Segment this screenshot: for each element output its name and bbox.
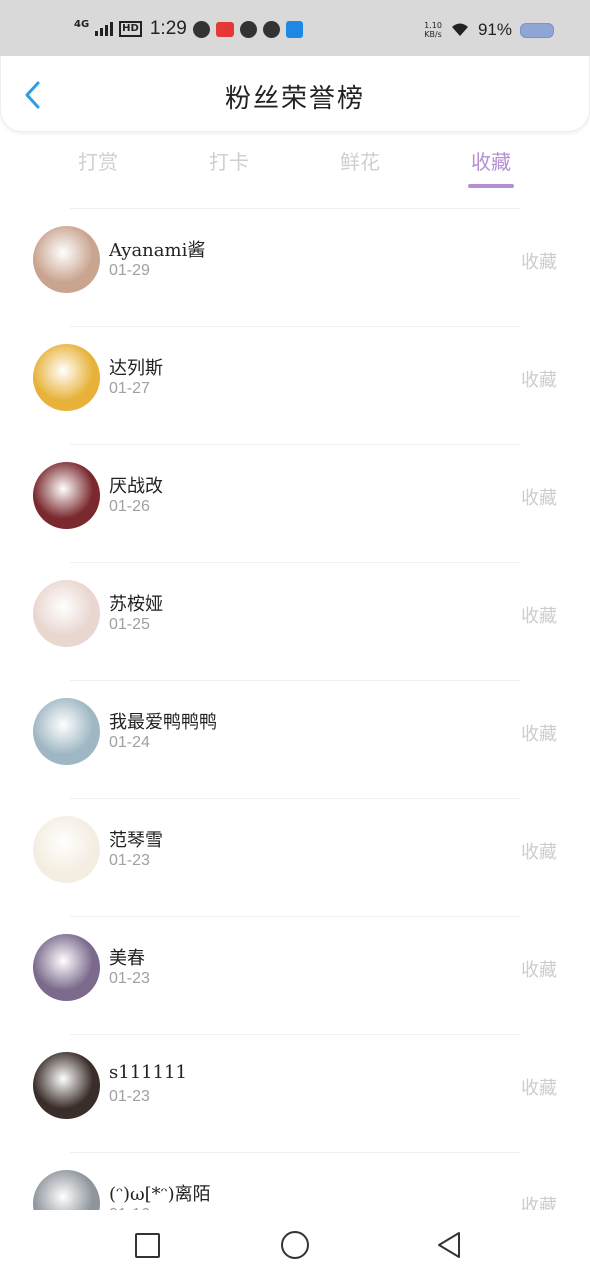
fan-name: s111111 xyxy=(109,1062,187,1083)
fan-name: 美春 xyxy=(109,948,145,969)
status-bar: 4G HD 1:29 1.10 KB/s 91% xyxy=(0,0,590,56)
fan-name: 苏桉娅 xyxy=(109,594,163,615)
divider xyxy=(70,562,520,563)
fan-date: 01-29 xyxy=(109,262,150,279)
active-tab-indicator xyxy=(468,184,514,188)
fan-name: 我最爱鸭鸭鸭 xyxy=(109,712,217,733)
home-button[interactable] xyxy=(281,1231,309,1259)
avatar[interactable] xyxy=(33,462,100,529)
back-button[interactable] xyxy=(436,1230,462,1260)
fan-date: 01-23 xyxy=(109,970,150,987)
action-label: 收藏 xyxy=(521,606,557,627)
avatar[interactable] xyxy=(33,226,100,293)
battery-percent: 91% xyxy=(477,20,512,39)
avatar[interactable] xyxy=(33,1052,100,1119)
action-label: 收藏 xyxy=(521,960,557,981)
action-label: 收藏 xyxy=(521,1196,557,1210)
clock: 1:29 xyxy=(149,18,187,39)
tab-reward[interactable]: 打赏 xyxy=(58,146,138,175)
divider xyxy=(70,1034,520,1035)
hd-icon: HD xyxy=(119,21,142,37)
list-item[interactable]: 我最爱鸭鸭鸭 01-24 收藏 xyxy=(0,680,590,798)
list-item[interactable]: (ᵔ)ω[*ᵔ)离陌01-16收藏 xyxy=(0,1152,590,1210)
list-item[interactable]: 美春 01-23 收藏 xyxy=(0,916,590,1034)
divider xyxy=(70,680,520,681)
fan-name: 厌战改 xyxy=(109,476,163,497)
page-title: 粉丝荣誉榜 xyxy=(224,84,365,114)
status-left: 4G HD 1:29 xyxy=(74,18,303,40)
avatar[interactable] xyxy=(33,698,100,765)
recent-apps-button[interactable] xyxy=(135,1233,160,1258)
action-label: 收藏 xyxy=(521,724,557,745)
app-notification-icon xyxy=(215,21,234,37)
list-item[interactable]: 范琴雪 01-23 收藏 xyxy=(0,798,590,916)
app-notification-icon xyxy=(262,20,280,38)
divider xyxy=(70,326,520,327)
divider xyxy=(70,916,520,917)
fan-date: 01-24 xyxy=(109,734,150,751)
fan-name: 达列斯 xyxy=(109,358,163,379)
tab-flowers[interactable]: 鲜花 xyxy=(320,146,400,175)
action-label: 收藏 xyxy=(521,1078,557,1099)
fan-name: (ᵔ)ω[*ᵔ)离陌 xyxy=(109,1184,211,1205)
avatar[interactable] xyxy=(33,344,100,411)
wifi-icon xyxy=(451,23,468,36)
list-item[interactable]: 厌战改 01-26 收藏 xyxy=(0,444,590,562)
network-type: 4G xyxy=(74,19,90,30)
tab-favorites[interactable]: 收藏 xyxy=(451,146,531,175)
fan-date: 01-26 xyxy=(109,498,150,515)
avatar[interactable] xyxy=(33,1170,100,1210)
app-notification-icon xyxy=(192,20,210,38)
divider xyxy=(70,798,520,799)
app-notification-icon xyxy=(285,20,303,38)
list-item[interactable]: 达列斯 01-27 收藏 xyxy=(0,326,590,444)
tab-checkin[interactable]: 打卡 xyxy=(189,146,269,175)
fan-date: 01-23 xyxy=(109,1088,150,1105)
system-nav-bar xyxy=(0,1210,590,1280)
signal-icon xyxy=(95,22,114,36)
list-item[interactable]: Ayanami酱 01-29 收藏 xyxy=(0,208,590,326)
action-label: 收藏 xyxy=(521,488,557,509)
fan-date: 01-27 xyxy=(109,380,150,397)
message-icon xyxy=(239,20,257,38)
fan-list: Ayanami酱 01-29 收藏 达列斯 01-27 收藏 厌战改 01-26 收藏 苏桉娅 01… xyxy=(0,208,590,1210)
network-speed: 1.10 KB/s xyxy=(424,21,442,39)
avatar[interactable] xyxy=(33,816,100,883)
divider xyxy=(70,208,520,209)
action-label: 收藏 xyxy=(521,252,557,273)
action-label: 收藏 xyxy=(521,370,557,391)
list-item[interactable]: 苏桉娅 01-25 收藏 xyxy=(0,562,590,680)
list-item[interactable]: s111111 01-23 收藏 xyxy=(0,1034,590,1152)
avatar[interactable] xyxy=(33,934,100,1001)
divider xyxy=(70,444,520,445)
tab-bar: 打赏 打卡 鲜花 收藏 xyxy=(0,140,590,190)
battery-icon xyxy=(520,22,554,38)
action-label: 收藏 xyxy=(521,842,557,863)
fan-date: 01-23 xyxy=(109,852,150,869)
avatar[interactable] xyxy=(33,580,100,647)
fan-date: 01-25 xyxy=(109,616,150,633)
status-right: 1.10 KB/s 91% xyxy=(424,20,554,40)
app-header: 粉丝荣誉榜 xyxy=(0,56,590,132)
fan-name: 范琴雪 xyxy=(109,830,163,851)
divider xyxy=(70,1152,520,1153)
fan-name: Ayanami酱 xyxy=(109,240,206,261)
